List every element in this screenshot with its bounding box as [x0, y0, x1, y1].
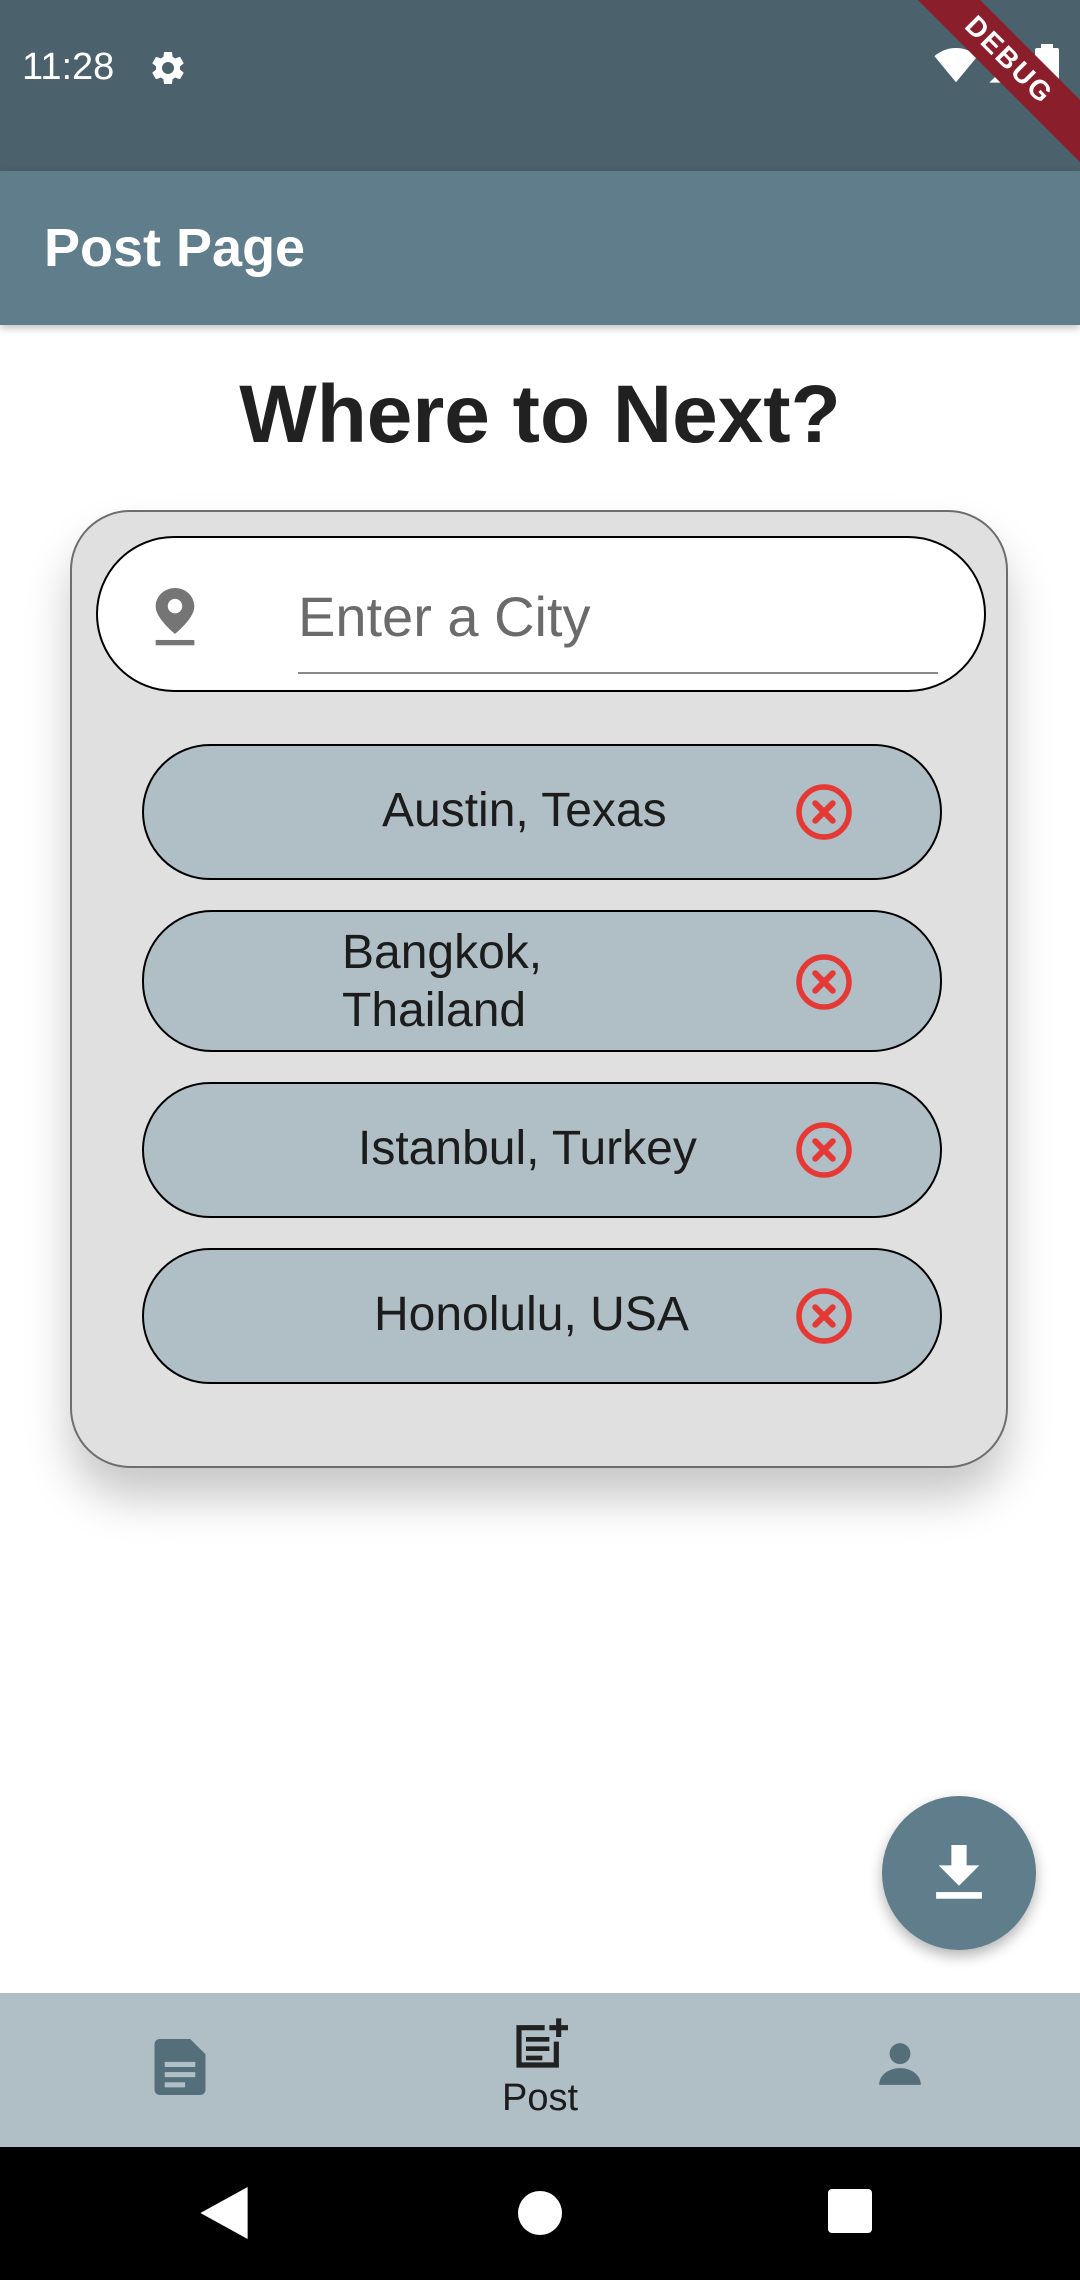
back-triangle-icon[interactable] [200, 2187, 248, 2239]
destinations-card: Austin, Texas Bangkok, Thailand Istanbul… [70, 510, 1008, 1468]
city-search-box [96, 536, 986, 692]
app-bar-title: Post Page [44, 218, 306, 278]
city-chip-label: Istanbul, Turkey [358, 1122, 697, 1175]
city-chip-honolulu: Honolulu, USA [142, 1248, 942, 1384]
article-icon [154, 2039, 206, 2095]
nav-item-profile[interactable] [720, 1993, 1080, 2147]
cancel-circle-icon[interactable] [794, 782, 854, 842]
home-circle-icon[interactable] [518, 2187, 562, 2239]
city-chip-istanbul: Istanbul, Turkey [142, 1082, 942, 1218]
cancel-circle-icon[interactable] [794, 1120, 854, 1180]
download-fab[interactable] [882, 1796, 1036, 1950]
location-pin-icon [155, 588, 195, 646]
city-chip-label: Honolulu, USA [374, 1288, 689, 1341]
post-add-icon [516, 2018, 568, 2068]
nav-item-feed[interactable] [0, 1993, 360, 2147]
bottom-navigation: Post [0, 1993, 1080, 2147]
nav-label-post: Post [501, 2077, 579, 2119]
cancel-circle-icon[interactable] [794, 1286, 854, 1346]
recents-square-icon[interactable] [828, 2189, 872, 2233]
cancel-circle-icon[interactable] [794, 952, 854, 1012]
status-time: 11:28 [22, 46, 115, 88]
page-heading: Where to Next? [239, 369, 841, 460]
download-icon [936, 1845, 982, 1899]
status-bar: 11:28 DEBUG [0, 0, 1080, 172]
city-chip-austin: Austin, Texas [142, 744, 942, 880]
app-bar: Post Page [0, 171, 1080, 325]
person-icon [879, 2043, 921, 2085]
city-input[interactable] [298, 560, 938, 674]
city-chip-label: Austin, Texas [382, 784, 667, 837]
system-navigation-bar [0, 2147, 1080, 2280]
nav-item-post[interactable]: Post [360, 1993, 720, 2147]
city-chip-bangkok: Bangkok, Thailand [142, 910, 942, 1052]
gear-icon [152, 51, 184, 84]
city-chip-label: Bangkok, Thailand [342, 926, 543, 1037]
